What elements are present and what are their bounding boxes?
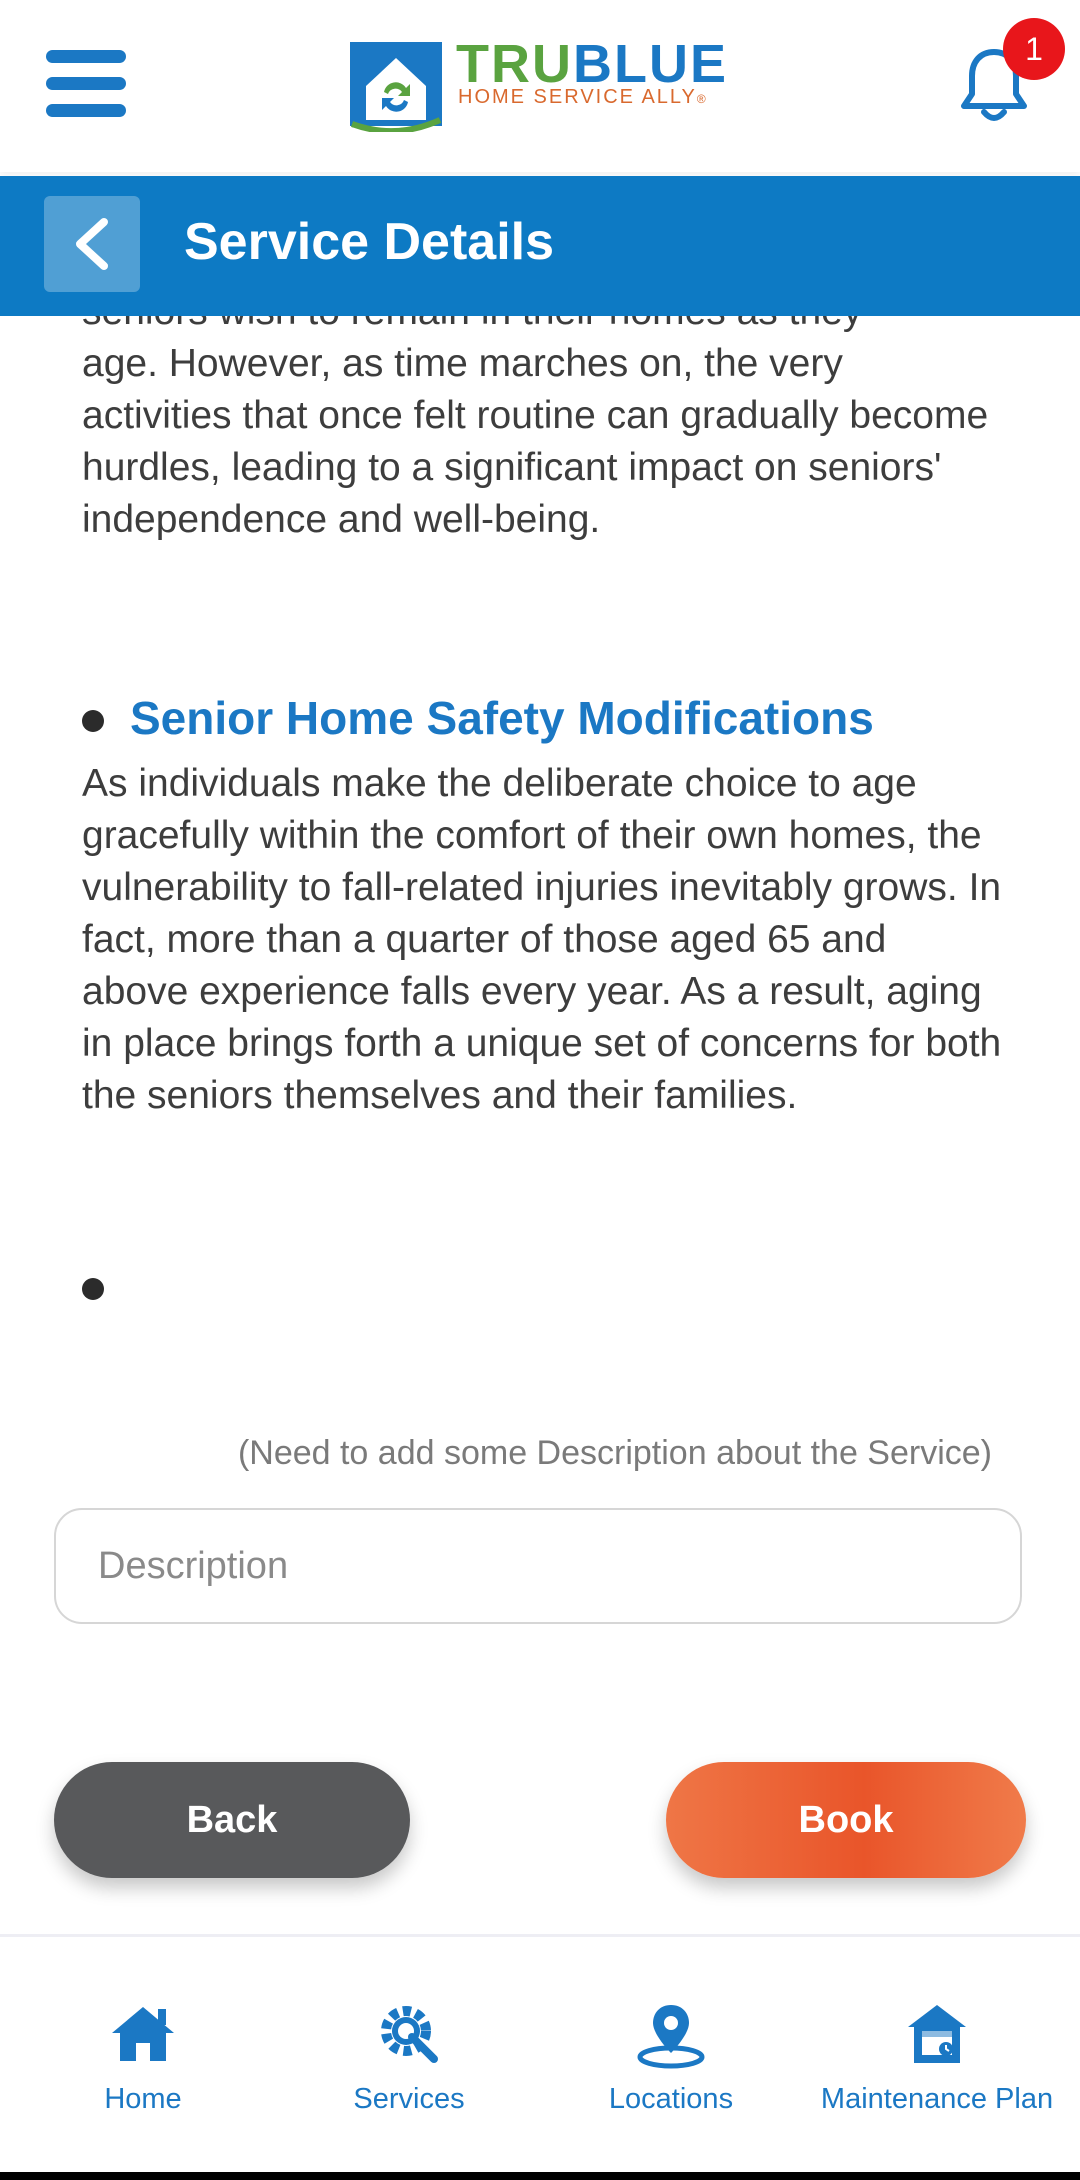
nav-item-locations[interactable]: Locations xyxy=(568,1937,774,2177)
home-icon xyxy=(112,2007,174,2061)
system-bar xyxy=(0,2172,1080,2180)
intro-paragraph: seniors wish to remain in their homes as… xyxy=(82,316,1002,546)
section-title: Senior Home Safety Modifications xyxy=(130,692,874,744)
logo-brand-blue: BLUE xyxy=(572,34,728,94)
nav-label-locations: Locations xyxy=(608,2083,734,2115)
title-bar: Service Details xyxy=(0,176,1080,316)
logo-tagline: HOME SERVICE ALLY xyxy=(458,86,697,108)
nav-item-services[interactable]: Services xyxy=(306,1937,512,2177)
location-pin-icon xyxy=(637,2005,705,2069)
bullet-dot-empty xyxy=(82,1278,104,1300)
notification-count-badge: 1 xyxy=(1003,18,1065,80)
hamburger-menu-icon[interactable] xyxy=(46,50,126,118)
nav-item-maintenance-plan[interactable]: Maintenance Plan xyxy=(806,1937,1068,2177)
logo-tagline-mark: ® xyxy=(696,92,708,106)
back-button[interactable]: Back xyxy=(54,1762,410,1878)
chevron-left-icon xyxy=(76,218,108,270)
description-input[interactable] xyxy=(54,1508,1022,1624)
description-note: (Need to add some Description about the … xyxy=(237,1434,992,1472)
service-details-content: seniors wish to remain in their homes as… xyxy=(0,316,1080,1936)
nav-label-home: Home xyxy=(104,2083,182,2115)
back-arrow-button[interactable] xyxy=(44,196,140,292)
maintenance-plan-icon xyxy=(908,2005,966,2063)
logo-brand-tru: TRU xyxy=(456,34,573,94)
app-header: TRUBLUE HOME SERVICE ALLY® 1 xyxy=(0,0,1080,172)
intro-partial-line: seniors wish to remain in their homes as… xyxy=(82,316,1002,338)
nav-item-home[interactable]: Home xyxy=(40,1937,246,2177)
book-button[interactable]: Book xyxy=(666,1762,1026,1878)
nav-label-maintenance-plan: Maintenance Plan xyxy=(820,2083,1054,2115)
services-gear-icon xyxy=(381,2006,438,2063)
logo-house-icon xyxy=(350,42,442,132)
section-body: As individuals make the deliberate choic… xyxy=(82,762,1002,1117)
nav-label-services: Services xyxy=(353,2083,465,2115)
bullet-dot xyxy=(82,710,104,732)
bottom-navigation: Home Services Locations Maintenance Plan xyxy=(0,1934,1080,2177)
intro-text: age. However, as time marches on, the ve… xyxy=(82,342,989,541)
trublue-logo: TRUBLUE HOME SERVICE ALLY® xyxy=(350,34,750,132)
page-title: Service Details xyxy=(184,213,555,271)
